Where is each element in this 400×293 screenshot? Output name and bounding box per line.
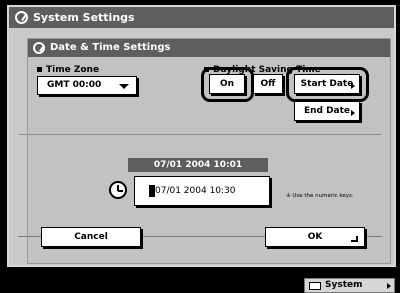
bullet-icon [37, 67, 42, 72]
status-bar: System Monitor [0, 276, 400, 293]
window-titlebar: System Settings [9, 7, 394, 28]
numeric-keys-hint: ⁜ Use the numeric keys. [286, 193, 354, 199]
datetime-input[interactable]: 07/01 2004 10:30 [134, 176, 270, 206]
on-button-highlight [201, 67, 254, 102]
divider [19, 134, 381, 135]
dst-off-button[interactable]: Off [253, 74, 283, 94]
window-title: System Settings [33, 11, 135, 24]
system-monitor-button[interactable]: System Monitor [304, 278, 395, 293]
panel-titlebar: Date & Time Settings [28, 39, 390, 57]
settings-icon [15, 11, 28, 24]
current-datetime-display: 07/01 2004 10:01 [128, 158, 268, 172]
monitor-icon [309, 282, 321, 290]
ok-button[interactable]: OK [265, 227, 365, 247]
time-zone-value: GMT 00:00 [47, 80, 102, 90]
enter-icon [351, 236, 358, 242]
chevron-right-icon [351, 110, 355, 116]
cancel-button[interactable]: Cancel [41, 227, 141, 247]
datetime-input-value: 07/01 2004 10:30 [155, 186, 236, 196]
settings-icon [33, 42, 45, 54]
time-zone-dropdown[interactable]: GMT 00:00 [37, 76, 137, 95]
time-zone-label: Time Zone [37, 65, 99, 75]
start-date-highlight [286, 67, 369, 102]
keypad-icon: ⁜ [286, 193, 291, 199]
chevron-down-icon [119, 84, 129, 89]
clock-icon [109, 181, 127, 199]
panel-title: Date & Time Settings [50, 42, 171, 53]
chevron-right-icon [387, 283, 391, 289]
screen: System Settings Date & Time Settings Tim… [0, 0, 400, 293]
end-date-button[interactable]: End Date [294, 101, 360, 121]
